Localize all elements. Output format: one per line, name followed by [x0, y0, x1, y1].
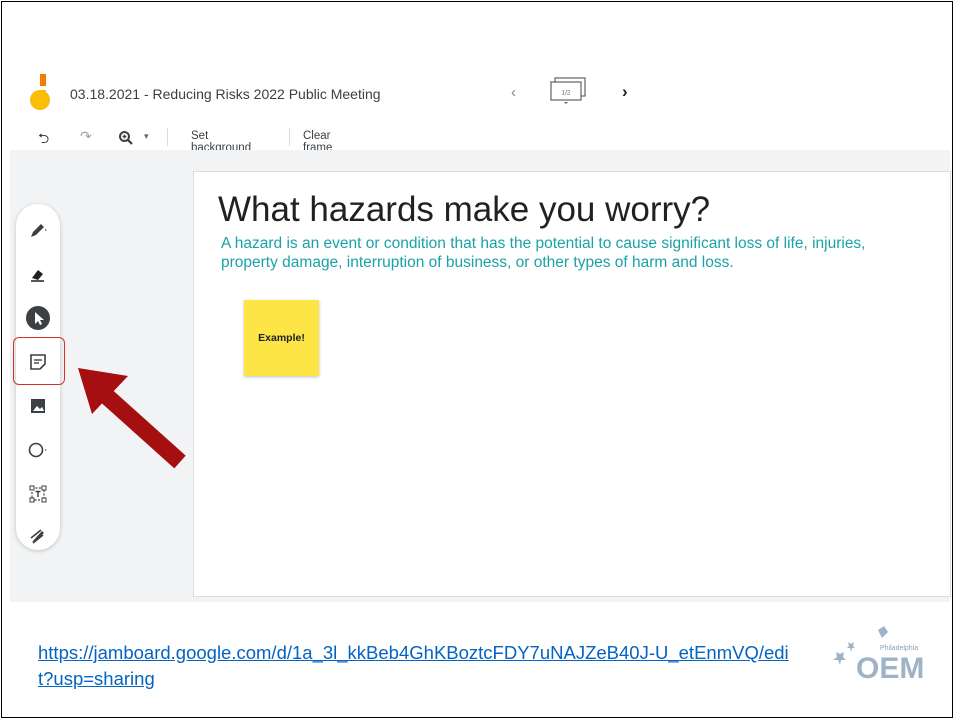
- sticky-note-highlight-box: [13, 337, 65, 385]
- zoom-dropdown-icon[interactable]: ▾: [144, 131, 149, 142]
- text-box-icon[interactable]: [24, 480, 52, 508]
- zoom-icon[interactable]: [118, 130, 134, 146]
- toolbar-divider: [167, 128, 168, 146]
- eraser-icon[interactable]: [24, 260, 52, 288]
- undo-icon[interactable]: ⮌: [38, 128, 49, 152]
- select-icon[interactable]: [24, 304, 52, 332]
- circle-icon[interactable]: [24, 436, 52, 464]
- toolbar-divider: [289, 128, 290, 146]
- share-link[interactable]: https://jamboard.google.com/d/1a_3l_kkBe…: [38, 640, 798, 692]
- frame-bar-thumbnail[interactable]: 1/2: [545, 76, 593, 104]
- laser-icon[interactable]: [24, 522, 52, 550]
- canvas-title: What hazards make you worry?: [218, 190, 711, 229]
- frame-indicator: 1/2: [561, 90, 570, 97]
- redo-icon[interactable]: ↷: [80, 128, 92, 145]
- sticky-note[interactable]: Example!: [244, 300, 319, 376]
- logo-text: OEM: [856, 652, 924, 685]
- previous-frame-button[interactable]: ‹: [511, 84, 516, 101]
- red-arrow-icon: [78, 368, 186, 469]
- pen-icon[interactable]: [24, 216, 52, 244]
- document-title[interactable]: 03.18.2021 - Reducing Risks 2022 Public …: [70, 86, 381, 102]
- canvas-subtitle: A hazard is an event or condition that h…: [221, 235, 866, 271]
- logo-subtext: Philadelphia: [880, 645, 918, 652]
- image-icon[interactable]: [24, 392, 52, 420]
- philadelphia-oem-logo: Philadelphia OEM: [833, 626, 924, 685]
- sticky-note-text: Example!: [258, 332, 305, 344]
- next-frame-button[interactable]: ›: [622, 82, 628, 102]
- jamboard-logo-icon: [30, 74, 50, 110]
